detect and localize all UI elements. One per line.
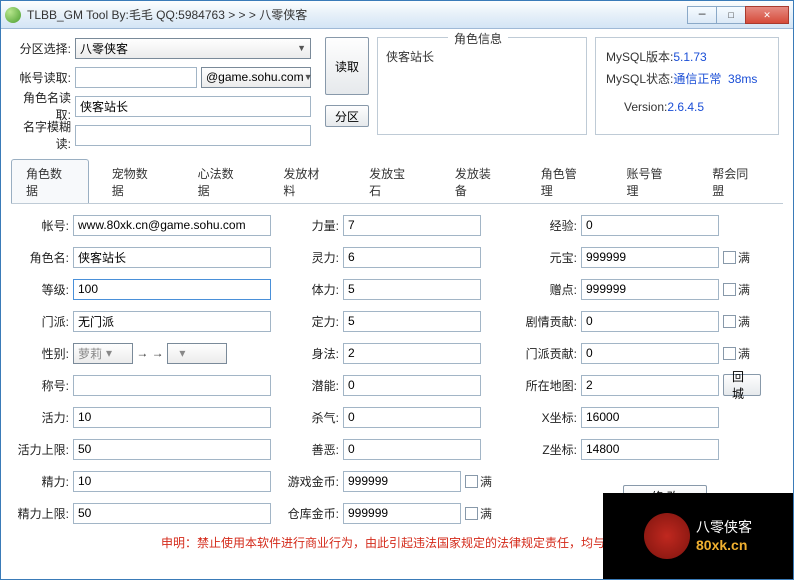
tab-bar: 角色数据 宠物数据 心法数据 发放材料 发放宝石 发放装备 角色管理 账号管理 … bbox=[11, 159, 783, 204]
chevron-down-icon: ▾ bbox=[106, 346, 112, 360]
f-gift[interactable] bbox=[581, 279, 719, 300]
chevron-down-icon: ▼ bbox=[304, 72, 313, 82]
f-spirit[interactable] bbox=[343, 247, 481, 268]
role-info-box: 角色信息 侠客站长 bbox=[377, 37, 587, 135]
f-vigormax[interactable] bbox=[73, 439, 271, 460]
f-yuanbao[interactable] bbox=[581, 247, 719, 268]
content-area: 分区选择: 八零侠客▼ 帐号读取: @game.sohu.com▼ 角色名读取: bbox=[1, 29, 793, 551]
tab-pet-data[interactable]: 宠物数据 bbox=[97, 159, 175, 203]
f-account[interactable] bbox=[73, 215, 271, 236]
partition-label: 分区选择: bbox=[11, 40, 75, 57]
f-title[interactable] bbox=[73, 375, 271, 396]
read-button[interactable]: 读取 bbox=[325, 37, 369, 95]
partition-select[interactable]: 八零侠客▼ bbox=[75, 38, 311, 59]
f-map[interactable] bbox=[581, 375, 719, 396]
f-potential[interactable] bbox=[343, 375, 481, 396]
tab-guild[interactable]: 帮会同盟 bbox=[697, 159, 775, 203]
tab-role-data[interactable]: 角色数据 bbox=[11, 159, 89, 203]
form-area: 帐号: 力量: 经验: 角色名: 灵力: 元宝:满 等级: 体力: 赠点:满 门… bbox=[11, 204, 783, 524]
guild-full-check[interactable] bbox=[723, 347, 736, 360]
close-button[interactable]: ✕ bbox=[745, 6, 789, 24]
tab-xinfa[interactable]: 心法数据 bbox=[183, 159, 261, 203]
f-focus[interactable] bbox=[343, 311, 481, 332]
f-exp[interactable] bbox=[581, 215, 719, 236]
gold-full-check[interactable] bbox=[465, 475, 478, 488]
tab-gem[interactable]: 发放宝石 bbox=[354, 159, 432, 203]
role-info-title: 角色信息 bbox=[448, 30, 508, 47]
f-xcoord[interactable] bbox=[581, 407, 719, 428]
window-title: TLBB_GM Tool By:毛毛 QQ:5984763 > > > 八零侠客 bbox=[27, 6, 687, 23]
arrow-right-icon: → → bbox=[133, 346, 167, 360]
f-gold[interactable] bbox=[343, 471, 461, 492]
gift-full-check[interactable] bbox=[723, 283, 736, 296]
f-rolename[interactable] bbox=[73, 247, 271, 268]
window-controls: ─ ☐ ✕ bbox=[687, 6, 789, 24]
f-energy[interactable] bbox=[73, 471, 271, 492]
domain-select[interactable]: @game.sohu.com▼ bbox=[201, 67, 311, 88]
chevron-down-icon: ▾ bbox=[179, 346, 185, 360]
watermark-logo bbox=[644, 513, 690, 559]
f-story[interactable] bbox=[581, 311, 719, 332]
f-vigor[interactable] bbox=[73, 407, 271, 428]
account-label: 帐号读取: bbox=[11, 69, 75, 86]
gender-select[interactable]: 萝莉▾ bbox=[73, 343, 133, 364]
chevron-down-icon: ▼ bbox=[297, 43, 306, 53]
watermark-url: 80xk.cn bbox=[696, 537, 752, 553]
maximize-button[interactable]: ☐ bbox=[716, 6, 746, 24]
watermark: 八零侠客 80xk.cn bbox=[603, 493, 793, 579]
top-panel: 分区选择: 八零侠客▼ 帐号读取: @game.sohu.com▼ 角色名读取: bbox=[11, 37, 783, 153]
f-energymax[interactable] bbox=[73, 503, 271, 524]
account-input[interactable] bbox=[75, 67, 197, 88]
watermark-name: 八零侠客 bbox=[696, 519, 752, 537]
f-zcoord[interactable] bbox=[581, 439, 719, 460]
tab-acct-mgmt[interactable]: 账号管理 bbox=[611, 159, 689, 203]
action-buttons: 读取 分区 bbox=[325, 37, 369, 127]
app-window: TLBB_GM Tool By:毛毛 QQ:5984763 > > > 八零侠客… bbox=[0, 0, 794, 580]
f-kill[interactable] bbox=[343, 407, 481, 428]
fuzzy-input[interactable] bbox=[75, 125, 311, 146]
partition-button[interactable]: 分区 bbox=[325, 105, 369, 127]
fuzzy-label: 名字模糊读: bbox=[11, 118, 75, 152]
f-guild[interactable] bbox=[581, 343, 719, 364]
titlebar: TLBB_GM Tool By:毛毛 QQ:5984763 > > > 八零侠客… bbox=[1, 1, 793, 29]
minimize-button[interactable]: ─ bbox=[687, 6, 717, 24]
story-full-check[interactable] bbox=[723, 315, 736, 328]
f-bank[interactable] bbox=[343, 503, 461, 524]
f-agi[interactable] bbox=[343, 343, 481, 364]
rolename-input[interactable] bbox=[75, 96, 311, 117]
gender-to-select[interactable]: ▾ bbox=[167, 343, 227, 364]
f-menpai[interactable] bbox=[73, 311, 271, 332]
f-level[interactable] bbox=[73, 279, 271, 300]
app-icon bbox=[5, 7, 21, 23]
status-box: MySQL版本:5.1.73 MySQL状态:通信正常 38ms Version… bbox=[595, 37, 779, 135]
tab-material[interactable]: 发放材料 bbox=[268, 159, 346, 203]
tab-role-mgmt[interactable]: 角色管理 bbox=[526, 159, 604, 203]
query-panel: 分区选择: 八零侠客▼ 帐号读取: @game.sohu.com▼ 角色名读取: bbox=[11, 37, 317, 153]
f-con[interactable] bbox=[343, 279, 481, 300]
back-city-button[interactable]: 回城 bbox=[723, 374, 761, 396]
f-str[interactable] bbox=[343, 215, 481, 236]
f-moral[interactable] bbox=[343, 439, 481, 460]
yuanbao-full-check[interactable] bbox=[723, 251, 736, 264]
bank-full-check[interactable] bbox=[465, 507, 478, 520]
tab-equip[interactable]: 发放装备 bbox=[440, 159, 518, 203]
